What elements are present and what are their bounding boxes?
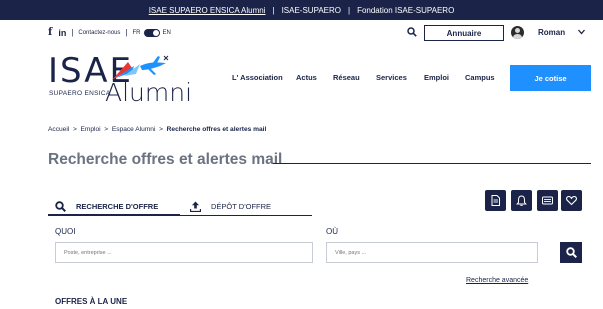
ou-label: OÙ xyxy=(326,227,338,236)
avatar[interactable] xyxy=(511,26,524,39)
logo-subtitle: SUPAERO ENSICA xyxy=(49,90,111,97)
lang-fr-label: FR xyxy=(132,29,141,36)
document-button[interactable] xyxy=(485,190,506,211)
chevron-down-icon[interactable] xyxy=(578,29,585,35)
linkedin-icon[interactable]: in xyxy=(58,28,66,38)
featured-offers-title: OFFRES À LA UNE xyxy=(55,297,128,306)
nav-item-reseau[interactable]: Réseau xyxy=(333,73,360,82)
tab-label: RECHERCHE D'OFFRE xyxy=(76,201,159,211)
tab-active-indicator xyxy=(48,214,180,216)
advanced-search-link[interactable]: Recherche avancée xyxy=(466,277,528,284)
breadcrumb-separator: > xyxy=(72,126,77,133)
separator: | xyxy=(71,28,74,37)
lang-en-label: EN xyxy=(162,29,171,36)
je-cotise-button[interactable]: Je cotise xyxy=(510,65,591,91)
breadcrumb-separator: > xyxy=(104,126,109,133)
topbar-link-fondation[interactable]: Fondation ISAE-SUPAERO xyxy=(357,6,454,15)
breadcrumb: Accueil > Emploi > Espace Alumni > Reche… xyxy=(48,126,266,133)
nav-item-campus[interactable]: Campus xyxy=(465,73,495,82)
topbar-link-alumni[interactable]: ISAE SUPAERO ENSICA Alumni xyxy=(149,6,266,15)
search-icon[interactable] xyxy=(407,27,417,37)
favorites-button[interactable] xyxy=(561,190,582,211)
page-title: Recherche offres et alertes mail xyxy=(48,151,283,168)
social-links: f in | Contactez-nous | FR EN xyxy=(48,27,171,38)
isae-alumni-logo[interactable]: ISAE SUPAERO ENSICA Alumni xyxy=(48,54,192,108)
search-button[interactable] xyxy=(560,242,582,263)
nav-item-actus[interactable]: Actus xyxy=(296,73,317,82)
annuaire-button[interactable]: Annuaire xyxy=(424,25,504,41)
card-button[interactable] xyxy=(537,190,558,211)
nav-item-association[interactable]: L' Association xyxy=(232,73,283,82)
title-divider xyxy=(273,163,591,164)
card-icon xyxy=(542,196,553,205)
topbar-link-isae[interactable]: ISAE-SUPAERO xyxy=(282,6,341,15)
quoi-input[interactable] xyxy=(55,242,313,263)
utility-bar: f in | Contactez-nous | FR EN Annuaire R… xyxy=(0,20,603,46)
breadcrumb-item-accueil[interactable]: Accueil xyxy=(48,126,69,133)
search-icon xyxy=(55,200,66,212)
contact-link[interactable]: Contactez-nous xyxy=(78,30,120,36)
heart-icon xyxy=(566,195,577,206)
nav-item-services[interactable]: Services xyxy=(376,73,407,82)
search-icon xyxy=(565,247,577,258)
user-name[interactable]: Roman xyxy=(538,28,565,37)
breadcrumb-item-current: Recherche offres et alertes mail xyxy=(166,126,267,133)
alert-button[interactable] xyxy=(511,190,532,211)
breadcrumb-item-espace-alumni[interactable]: Espace Alumni xyxy=(112,126,156,133)
topbar-separator: | xyxy=(272,5,275,15)
breadcrumb-separator: > xyxy=(159,126,163,133)
ou-input[interactable] xyxy=(326,242,538,263)
tab-recherche-offre[interactable]: RECHERCHE D'OFFRE xyxy=(55,197,158,215)
nav-item-emploi[interactable]: Emploi xyxy=(424,73,449,82)
top-bar: ISAE SUPAERO ENSICA Alumni | ISAE-SUPAER… xyxy=(0,0,603,20)
upload-icon xyxy=(190,201,201,212)
bell-icon xyxy=(516,195,527,206)
language-toggle[interactable] xyxy=(143,28,160,37)
quoi-label: QUOI xyxy=(55,227,76,236)
topbar-separator: | xyxy=(347,5,351,15)
separator: | xyxy=(125,28,128,37)
tab-depot-offre[interactable]: DÉPÔT D'OFFRE xyxy=(190,197,271,215)
document-icon xyxy=(491,195,500,206)
tab-label: DÉPÔT D'OFFRE xyxy=(211,201,272,211)
facebook-icon[interactable]: f xyxy=(48,27,52,38)
breadcrumb-item-emploi[interactable]: Emploi xyxy=(80,126,100,133)
logo-alumni-text: Alumni xyxy=(105,78,193,107)
